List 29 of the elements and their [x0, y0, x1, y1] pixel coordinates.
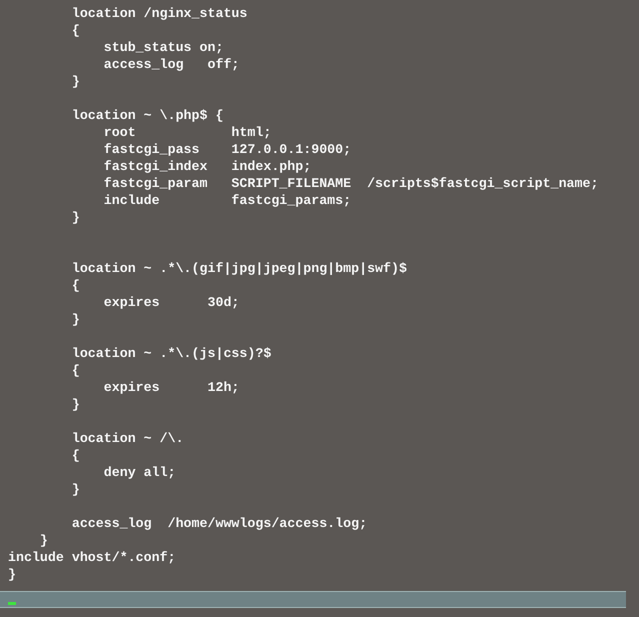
code-line: fastcgi_pass 127.0.0.1:9000;: [102, 141, 352, 158]
code-line: location ~ \.php$ {: [70, 107, 224, 124]
code-line: stub_status on;: [102, 39, 224, 56]
code-line: location ~ /\.: [70, 430, 184, 447]
code-line: {: [70, 277, 80, 294]
code-line: }: [8, 566, 16, 583]
code-line: include vhost/*.conf;: [8, 549, 176, 566]
code-line: {: [70, 362, 80, 379]
code-line: location ~ .*\.(js|css)?$: [70, 345, 272, 362]
code-line: access_log /home/wwwlogs/access.log;: [70, 515, 368, 532]
code-line: }: [70, 481, 80, 498]
code-line: fastcgi_param SCRIPT_FILENAME /scripts$fastcgi_script_name;: [102, 175, 598, 192]
code-line: }: [70, 73, 80, 90]
code-line: }: [70, 311, 80, 328]
code-line: location ~ .*\.(gif|jpg|jpeg|png|bmp|swf)$: [70, 260, 407, 277]
code-line: deny all;: [102, 464, 176, 481]
code-line: }: [38, 532, 48, 549]
code-line: root html;: [102, 124, 272, 141]
code-line: expires 30d;: [102, 294, 240, 311]
code-line: include fastcgi_params;: [102, 192, 352, 209]
code-line: access_log off;: [102, 56, 240, 73]
code-line: {: [70, 22, 80, 39]
code-line: {: [70, 447, 80, 464]
code-line: expires 12h;: [102, 379, 240, 396]
code-line: location /nginx_status: [70, 5, 248, 22]
code-line: }: [70, 396, 80, 413]
cursor-icon: [8, 602, 16, 605]
code-line: fastcgi_index index.php;: [102, 158, 312, 175]
code-line: }: [70, 209, 80, 226]
